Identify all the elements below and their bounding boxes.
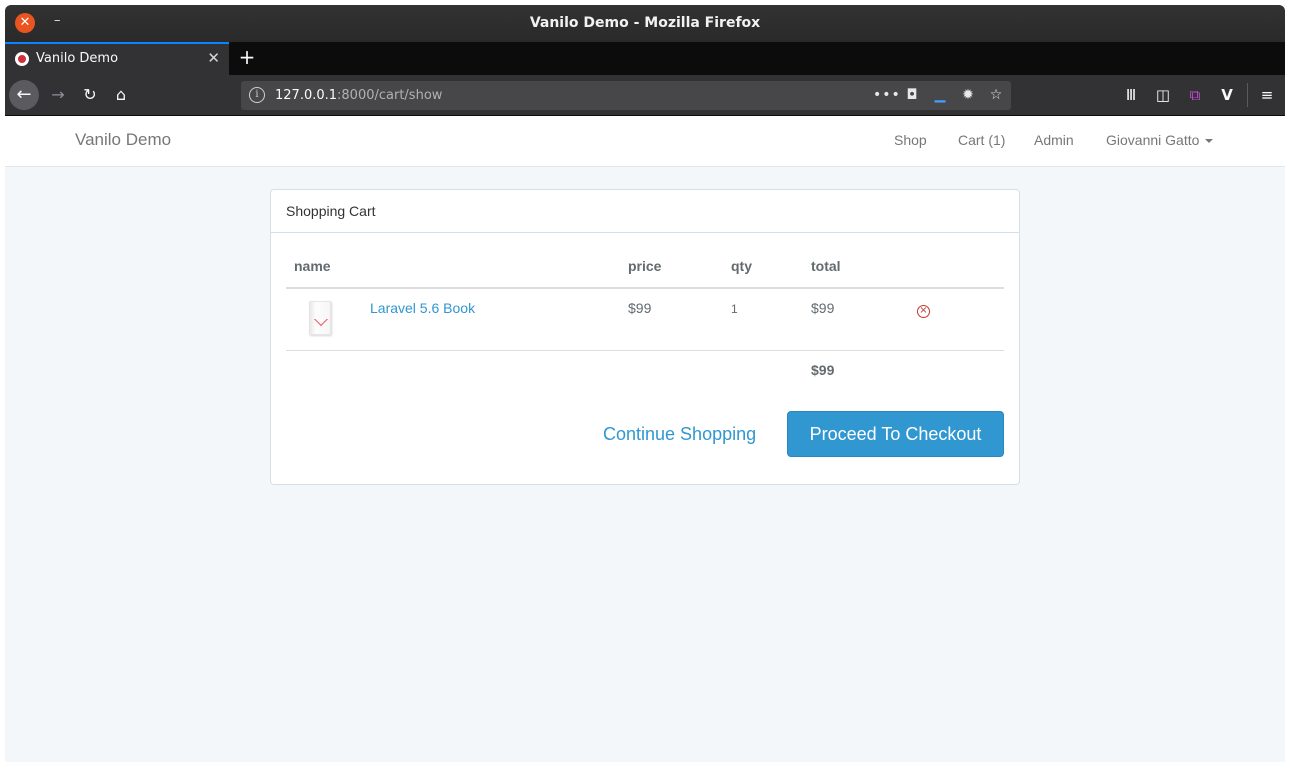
toolbar-separator (1247, 83, 1248, 107)
url-path: :8000/cart/show (337, 88, 443, 103)
book-image (309, 301, 331, 335)
column-header-qty: qty (731, 258, 752, 274)
tab-close-icon[interactable]: ✕ (207, 44, 220, 75)
table-header-divider (286, 287, 1004, 289)
remove-circle-icon[interactable]: × (917, 305, 930, 318)
back-button[interactable]: ← (9, 80, 39, 110)
new-tab-button[interactable]: + (236, 42, 258, 75)
item-qty: 1 (731, 302, 738, 316)
library-icon[interactable]: Ⅲ (1117, 80, 1145, 110)
window-title: Vanilo Demo - Mozilla Firefox (529, 15, 761, 31)
url-host: 127.0.0.1 (275, 88, 338, 103)
forward-button[interactable]: → (43, 80, 73, 110)
proceed-to-checkout-button[interactable]: Proceed To Checkout (787, 411, 1004, 457)
cart-grand-total: $99 (811, 362, 835, 378)
browser-window: ✕ – Vanilo Demo - Mozilla Firefox Vanilo… (5, 5, 1285, 762)
cart-panel: Shopping Cart name price qty total Larav… (270, 189, 1020, 485)
page-content: Vanilo Demo Shop Cart (1) Admin Giovanni… (5, 116, 1285, 762)
column-header-name: name (294, 258, 331, 274)
bookmark-star-icon[interactable]: ☆ (985, 81, 1007, 110)
item-price: $99 (628, 300, 652, 316)
continue-shopping-button[interactable]: Continue Shopping (603, 411, 756, 457)
hamburger-menu-icon[interactable]: ≡ (1253, 80, 1281, 110)
nav-link-shop[interactable]: Shop (894, 116, 927, 164)
tab-vanilo-demo[interactable]: Vanilo Demo ✕ (5, 42, 229, 75)
caret-down-icon (1205, 139, 1214, 144)
column-header-price: price (628, 258, 662, 274)
url-bar[interactable]: i 127.0.0.1:8000/cart/show ••• ◘ ▁ ✹ ☆ (241, 81, 1011, 110)
sidebar-icon[interactable]: ◫ (1149, 80, 1177, 110)
cart-panel-heading: Shopping Cart (271, 190, 1019, 233)
extension-dash-icon[interactable]: ▁ (929, 81, 951, 110)
user-name: Giovanni Gatto (1106, 132, 1200, 148)
nav-link-admin[interactable]: Admin (1034, 116, 1074, 164)
tab-label: Vanilo Demo (36, 51, 119, 66)
user-dropdown[interactable]: Giovanni Gatto (1106, 116, 1214, 164)
item-total: $99 (811, 300, 835, 316)
column-header-total: total (811, 258, 841, 274)
product-link[interactable]: Laravel 5.6 Book (370, 300, 475, 316)
pocket-icon[interactable]: ◘ (901, 81, 923, 110)
site-navbar: Vanilo Demo Shop Cart (1) Admin Giovanni… (5, 116, 1285, 167)
browser-toolbar: ← → ↻ ⌂ i 127.0.0.1:8000/cart/show ••• ◘… (5, 75, 1285, 116)
vanilo-extension-icon[interactable]: V (1213, 80, 1241, 110)
url-text[interactable]: 127.0.0.1:8000/cart/show (275, 81, 442, 110)
window-titlebar: ✕ – Vanilo Demo - Mozilla Firefox (5, 5, 1285, 42)
containers-icon[interactable]: ⧉ (1181, 80, 1209, 110)
favicon-icon (15, 52, 29, 66)
row-divider (286, 350, 1004, 351)
reload-button[interactable]: ↻ (75, 80, 105, 110)
brand-link[interactable]: Vanilo Demo (75, 116, 171, 164)
tab-bar: Vanilo Demo ✕ + (5, 42, 1285, 75)
home-button[interactable]: ⌂ (106, 80, 136, 110)
book-thumbnail[interactable] (293, 297, 351, 341)
page-actions-icon[interactable]: ••• (873, 81, 900, 110)
bug-icon[interactable]: ✹ (957, 81, 979, 110)
site-info-icon[interactable]: i (249, 87, 265, 103)
nav-link-cart[interactable]: Cart (1) (958, 116, 1005, 164)
